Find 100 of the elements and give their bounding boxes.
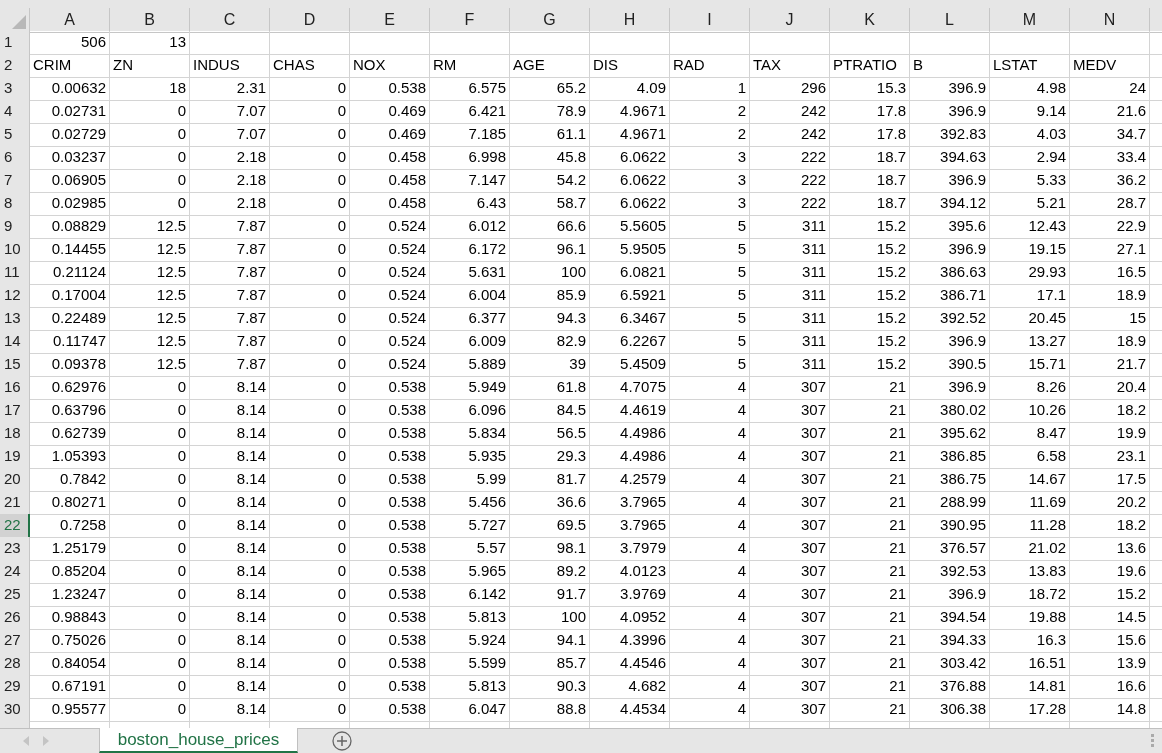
table-cell: 15.6	[1070, 629, 1150, 653]
table-cell: 392.52	[910, 307, 990, 331]
table-cell: TAX	[750, 54, 830, 78]
row-header[interactable]: 6	[0, 146, 30, 170]
table-cell: 8.14	[190, 445, 270, 469]
table-cell: 21	[830, 606, 910, 630]
row-header[interactable]: 23	[0, 537, 30, 561]
table-cell: 0.02729	[30, 123, 110, 147]
table-cell: 1.05393	[30, 445, 110, 469]
row-header[interactable]: 20	[0, 468, 30, 492]
table-cell: 288.99	[910, 491, 990, 515]
row-header[interactable]: 14	[0, 330, 30, 354]
column-header[interactable]: G	[510, 8, 590, 33]
row-header[interactable]: 29	[0, 675, 30, 699]
row-header[interactable]: 21	[0, 491, 30, 515]
column-header[interactable]: C	[190, 8, 270, 33]
row-header[interactable]: 9	[0, 215, 30, 239]
row-header[interactable]: 19	[0, 445, 30, 469]
table-cell: 98.1	[510, 537, 590, 561]
row-header[interactable]: 28	[0, 652, 30, 676]
table-cell: 311	[750, 215, 830, 239]
table-cell: 0.538	[350, 560, 430, 584]
table-cell: 4.9671	[590, 100, 670, 124]
table-cell: 6.172	[430, 238, 510, 262]
table-cell: 14.5	[1070, 606, 1150, 630]
row-header[interactable]: 15	[0, 353, 30, 377]
table-cell: 1.23247	[30, 583, 110, 607]
row-header[interactable]: 18	[0, 422, 30, 446]
table-cell: 0.538	[350, 537, 430, 561]
table-cell: 90.3	[510, 675, 590, 699]
table-cell: 15.71	[990, 353, 1070, 377]
table-cell: 17.8	[830, 100, 910, 124]
column-header[interactable]: M	[990, 8, 1070, 33]
table-cell: 78.9	[510, 100, 590, 124]
scroll-left-icon[interactable]	[23, 736, 29, 746]
column-header[interactable]: K	[830, 8, 910, 33]
table-cell: 21	[830, 629, 910, 653]
table-cell: 5	[670, 238, 750, 262]
column-header[interactable]: L	[910, 8, 990, 33]
column-header[interactable]: N	[1070, 8, 1150, 33]
table-cell: 15.2	[830, 215, 910, 239]
row-header[interactable]	[0, 721, 30, 728]
table-cell: 4.4986	[590, 445, 670, 469]
row-header[interactable]: 1	[0, 31, 30, 55]
table-cell: 4.0952	[590, 606, 670, 630]
column-header[interactable]: B	[110, 8, 190, 33]
table-cell: 2	[670, 123, 750, 147]
row-header[interactable]: 13	[0, 307, 30, 331]
row-header[interactable]: 16	[0, 376, 30, 400]
column-header[interactable]: F	[430, 8, 510, 33]
splitter-handle-icon[interactable]	[1151, 734, 1154, 748]
table-cell: 6.58	[990, 445, 1070, 469]
table-cell: 307	[750, 422, 830, 446]
table-cell: 5.813	[430, 675, 510, 699]
row-header[interactable]: 17	[0, 399, 30, 423]
table-cell: 394.63	[910, 146, 990, 170]
column-header[interactable]: H	[590, 8, 670, 33]
table-cell: 100	[510, 261, 590, 285]
row-header[interactable]: 4	[0, 100, 30, 124]
row-header[interactable]: 26	[0, 606, 30, 630]
table-cell: 5.834	[430, 422, 510, 446]
column-header[interactable]: D	[270, 8, 350, 33]
row-header[interactable]: 10	[0, 238, 30, 262]
table-cell: 311	[750, 261, 830, 285]
table-cell: 4.4546	[590, 652, 670, 676]
add-sheet-icon[interactable]	[332, 731, 352, 751]
table-cell: 94.1	[510, 629, 590, 653]
row-header[interactable]: 27	[0, 629, 30, 653]
table-cell: 380.02	[910, 399, 990, 423]
column-header[interactable]: J	[750, 8, 830, 33]
sheet-tab[interactable]: boston_house_prices	[99, 728, 298, 753]
row-header[interactable]: 24	[0, 560, 30, 584]
table-cell: 15.2	[830, 330, 910, 354]
table-cell: 0.538	[350, 445, 430, 469]
table-cell: 0	[110, 606, 190, 630]
column-header[interactable]: I	[670, 8, 750, 33]
row-header[interactable]: 5	[0, 123, 30, 147]
table-cell: 20.45	[990, 307, 1070, 331]
scroll-right-icon[interactable]	[43, 736, 49, 746]
table-cell: 2	[670, 100, 750, 124]
row-header[interactable]: 22	[0, 514, 30, 538]
row-header[interactable]: 11	[0, 261, 30, 285]
row-header[interactable]: 7	[0, 169, 30, 193]
table-cell: RM	[430, 54, 510, 78]
select-all-triangle-icon[interactable]	[12, 15, 26, 29]
column-header[interactable]: A	[30, 8, 110, 33]
row-header[interactable]: 30	[0, 698, 30, 722]
column-header[interactable]: E	[350, 8, 430, 33]
table-cell: 5.9505	[590, 238, 670, 262]
table-cell: 15.2	[830, 238, 910, 262]
row-header[interactable]: 2	[0, 54, 30, 78]
row-header[interactable]: 8	[0, 192, 30, 216]
row-header[interactable]: 12	[0, 284, 30, 308]
row-header[interactable]: 25	[0, 583, 30, 607]
row-header[interactable]: 3	[0, 77, 30, 101]
table-cell: 4.4986	[590, 422, 670, 446]
table-cell: 18.2	[1070, 514, 1150, 538]
table-cell: 307	[750, 698, 830, 722]
table-cell: 21	[830, 675, 910, 699]
table-cell: 0	[270, 445, 350, 469]
